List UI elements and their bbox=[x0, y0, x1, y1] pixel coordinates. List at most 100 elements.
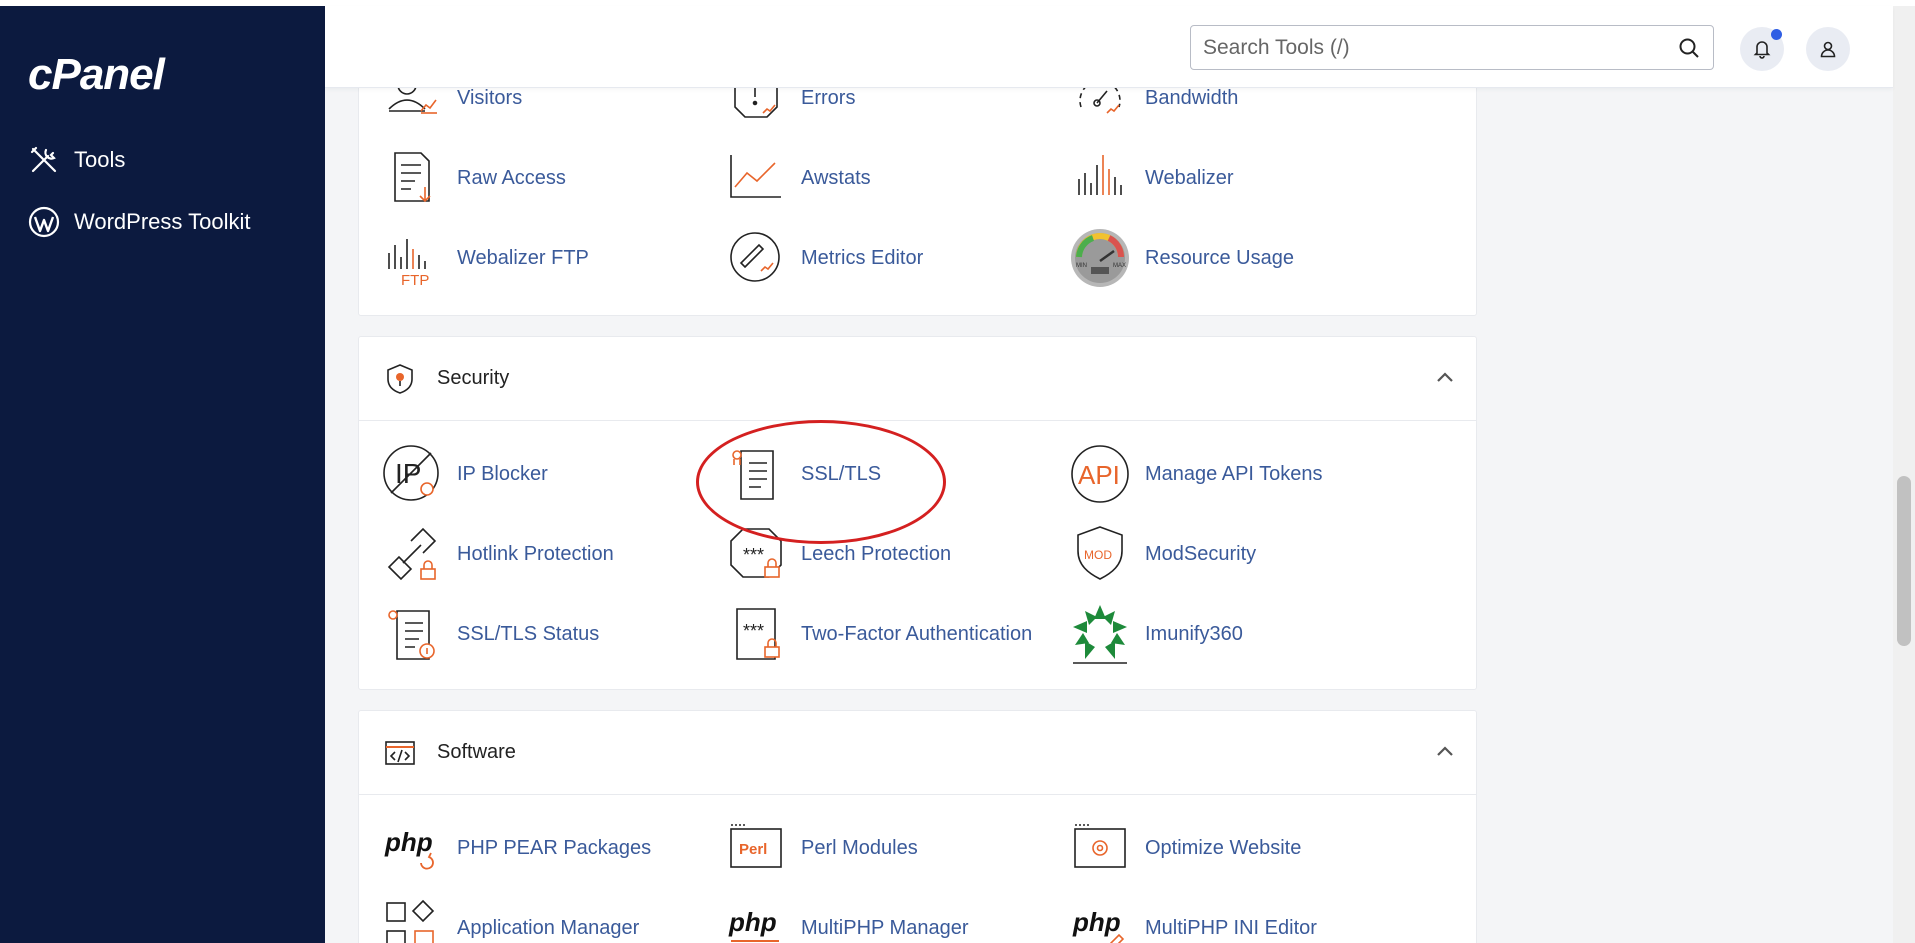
svg-text:php: php bbox=[384, 827, 433, 857]
main-content: Visitors Errors Bandwidth Raw Access Aws… bbox=[325, 6, 1893, 943]
multiphp-ini-editor-icon: php bbox=[1069, 897, 1131, 943]
tool-php-pear-packages[interactable]: php PHP PEAR Packages bbox=[381, 817, 651, 879]
tool-label: MultiPHP Manager bbox=[801, 916, 969, 939]
user-menu-button[interactable] bbox=[1806, 27, 1850, 71]
two-factor-icon: *** bbox=[725, 603, 787, 665]
tool-metrics-editor[interactable]: Metrics Editor bbox=[725, 227, 923, 289]
notifications-button[interactable] bbox=[1740, 27, 1784, 71]
tool-ssl-tls[interactable]: SSL/TLS bbox=[725, 443, 881, 505]
tool-webalizer-ftp[interactable]: FTP Webalizer FTP bbox=[381, 227, 589, 289]
api-tokens-icon: API bbox=[1069, 443, 1131, 505]
security-shield-icon bbox=[387, 363, 413, 394]
tool-manage-api-tokens[interactable]: API Manage API Tokens bbox=[1069, 443, 1323, 505]
wordpress-icon bbox=[28, 206, 60, 238]
tool-multiphp-manager[interactable]: php MultiPHP Manager bbox=[725, 897, 968, 943]
notification-dot bbox=[1771, 29, 1782, 40]
software-code-icon bbox=[385, 740, 415, 765]
search-box[interactable] bbox=[1190, 25, 1714, 70]
tool-label: Webalizer bbox=[1145, 166, 1234, 189]
tool-ssl-tls-status[interactable]: SSL/TLS Status bbox=[381, 603, 599, 665]
svg-text:php: php bbox=[728, 907, 777, 937]
software-card: Software php PHP PEAR Packages Perl Perl… bbox=[358, 710, 1477, 943]
sidebar-item-tools[interactable]: Tools bbox=[28, 144, 125, 176]
bell-icon bbox=[1753, 41, 1771, 59]
svg-text:Perl: Perl bbox=[739, 841, 767, 858]
optimize-website-icon bbox=[1069, 817, 1131, 879]
sidebar: cPanel Tools WordPress Toolkit bbox=[0, 6, 325, 943]
tool-resource-usage[interactable]: MIN MAX Resource Usage bbox=[1069, 227, 1294, 289]
tool-label: Errors bbox=[801, 86, 856, 109]
tool-webalizer[interactable]: Webalizer bbox=[1069, 147, 1234, 209]
tool-label: Metrics Editor bbox=[801, 246, 924, 269]
tools-icon bbox=[30, 146, 57, 173]
tool-label: IP Blocker bbox=[457, 462, 548, 485]
svg-text:***: *** bbox=[743, 621, 764, 641]
multiphp-manager-icon: php bbox=[725, 897, 787, 943]
section-title: Security bbox=[437, 367, 510, 389]
security-header[interactable]: Security bbox=[359, 337, 1476, 421]
tool-label: Awstats bbox=[801, 166, 871, 189]
tool-label: SSL/TLS Status bbox=[457, 622, 600, 645]
tool-leech-protection[interactable]: *** Leech Protection bbox=[725, 523, 951, 585]
tool-two-factor-authentication[interactable]: *** Two-Factor Authentication bbox=[725, 603, 1032, 665]
tool-optimize-website[interactable]: Optimize Website bbox=[1069, 817, 1301, 879]
tool-label: MultiPHP INI Editor bbox=[1145, 916, 1317, 939]
security-card: Security IP IP Blocker SSL/TLS API Manag… bbox=[358, 336, 1477, 690]
tool-label: Webalizer FTP bbox=[457, 246, 589, 269]
hotlink-protection-icon bbox=[381, 523, 443, 585]
scrollbar-track[interactable] bbox=[1893, 6, 1915, 943]
metrics-editor-icon bbox=[725, 227, 787, 289]
application-manager-icon bbox=[381, 897, 443, 943]
scrollbar-thumb[interactable] bbox=[1897, 476, 1911, 646]
tool-label: Hotlink Protection bbox=[457, 542, 614, 565]
tool-modsecurity[interactable]: MOD ModSecurity bbox=[1069, 523, 1256, 585]
svg-text:MOD: MOD bbox=[1084, 548, 1112, 562]
tool-awstats[interactable]: Awstats bbox=[725, 147, 871, 209]
tool-label: ModSecurity bbox=[1145, 542, 1257, 565]
modsecurity-icon: MOD bbox=[1069, 523, 1131, 585]
search-icon[interactable] bbox=[1677, 36, 1701, 60]
svg-text:php: php bbox=[1072, 907, 1121, 937]
tool-label: Manage API Tokens bbox=[1145, 462, 1323, 485]
ssl-tls-icon bbox=[725, 443, 787, 505]
resource-usage-icon: MIN MAX bbox=[1069, 227, 1131, 289]
tool-multiphp-ini-editor[interactable]: php MultiPHP INI Editor bbox=[1069, 897, 1317, 943]
webalizer-icon bbox=[1069, 147, 1131, 209]
tool-raw-access[interactable]: Raw Access bbox=[381, 147, 566, 209]
raw-access-icon bbox=[381, 147, 443, 209]
sidebar-item-wordpress-toolkit[interactable]: WordPress Toolkit bbox=[28, 206, 250, 238]
chevron-up-icon[interactable] bbox=[1436, 370, 1454, 384]
tool-label: SSL/TLS bbox=[801, 462, 882, 485]
tool-label: Raw Access bbox=[457, 166, 566, 189]
perl-modules-icon: Perl bbox=[725, 817, 787, 879]
svg-text:MIN: MIN bbox=[1076, 263, 1087, 269]
tool-imunify360[interactable]: Imunify360 bbox=[1069, 603, 1243, 665]
php-pear-icon: php bbox=[381, 817, 443, 879]
svg-text:***: *** bbox=[743, 545, 764, 565]
tool-label: Application Manager bbox=[457, 916, 640, 939]
software-header[interactable]: Software bbox=[359, 711, 1476, 795]
tool-label: Visitors bbox=[457, 86, 523, 109]
sidebar-item-label: WordPress Toolkit bbox=[74, 209, 251, 234]
chevron-up-icon[interactable] bbox=[1436, 744, 1454, 758]
tool-label: Optimize Website bbox=[1145, 836, 1302, 859]
awstats-icon bbox=[725, 147, 787, 209]
imunify360-icon bbox=[1069, 603, 1131, 665]
tool-hotlink-protection[interactable]: Hotlink Protection bbox=[381, 523, 614, 585]
cpanel-logo[interactable]: cPanel bbox=[28, 50, 165, 100]
search-input[interactable] bbox=[1203, 35, 1677, 60]
tool-label: Imunify360 bbox=[1145, 622, 1243, 645]
tool-label: PHP PEAR Packages bbox=[457, 836, 652, 859]
tool-label: Leech Protection bbox=[801, 542, 952, 565]
tool-ip-blocker[interactable]: IP IP Blocker bbox=[381, 443, 548, 505]
leech-protection-icon: *** bbox=[725, 523, 787, 585]
svg-text:MAX: MAX bbox=[1113, 263, 1126, 269]
webalizer-ftp-icon: FTP bbox=[381, 227, 443, 289]
section-title: Software bbox=[437, 741, 516, 763]
tool-perl-modules[interactable]: Perl Perl Modules bbox=[725, 817, 918, 879]
svg-text:FTP: FTP bbox=[401, 272, 429, 289]
top-bar bbox=[325, 6, 1893, 88]
tool-application-manager[interactable]: Application Manager bbox=[381, 897, 639, 943]
sidebar-item-label: Tools bbox=[74, 147, 126, 172]
tool-label: Perl Modules bbox=[801, 836, 918, 859]
